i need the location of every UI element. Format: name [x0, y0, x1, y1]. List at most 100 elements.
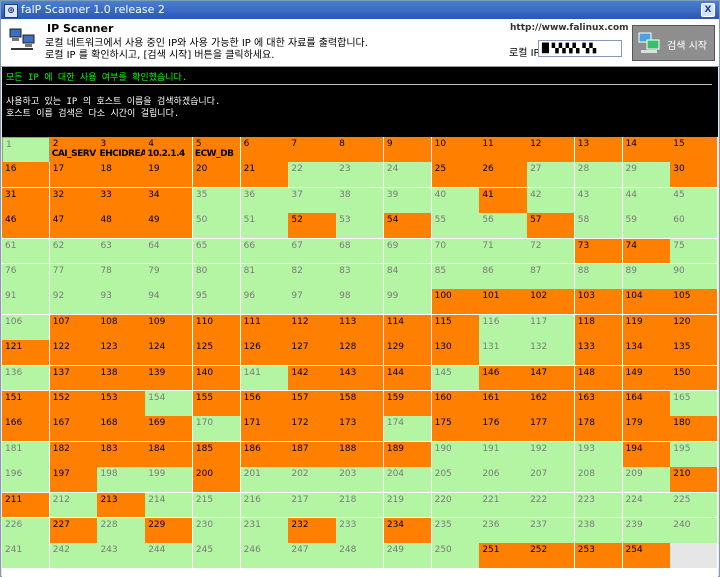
- ip-cell-56[interactable]: 56: [479, 213, 528, 240]
- ip-cell-6[interactable]: 6: [240, 137, 289, 163]
- ip-cell-77[interactable]: 77: [49, 264, 98, 290]
- ip-cell-84[interactable]: 84: [383, 264, 433, 290]
- ip-cell-190[interactable]: 190: [431, 441, 480, 468]
- ip-cell-248[interactable]: 248: [336, 543, 385, 570]
- ip-cell-34[interactable]: 34: [145, 187, 194, 214]
- ip-cell-232[interactable]: 232: [288, 518, 337, 544]
- ip-cell-163[interactable]: 163: [574, 391, 624, 417]
- ip-cell-184[interactable]: 184: [145, 441, 194, 468]
- ip-cell-131[interactable]: 131: [479, 340, 528, 367]
- ip-cell-114[interactable]: 114: [383, 314, 433, 341]
- ip-cell-138[interactable]: 138: [97, 365, 146, 392]
- ip-cell-75[interactable]: 75: [670, 238, 719, 265]
- ip-cell-13[interactable]: 13: [574, 137, 624, 163]
- ip-cell-199[interactable]: 199: [145, 467, 194, 494]
- ip-cell-76[interactable]: 76: [2, 264, 51, 290]
- ip-cell-253[interactable]: 253: [574, 543, 624, 570]
- ip-cell-204[interactable]: 204: [383, 467, 433, 494]
- ip-cell-134[interactable]: 134: [622, 340, 671, 367]
- ip-cell-211[interactable]: 211: [2, 492, 51, 519]
- ip-cell-218[interactable]: 218: [336, 492, 385, 519]
- ip-cell-91[interactable]: 91: [2, 289, 51, 316]
- ip-cell-45[interactable]: 45: [670, 187, 719, 214]
- ip-cell-28[interactable]: 28: [574, 162, 624, 189]
- ip-cell-100[interactable]: 100: [431, 289, 480, 316]
- ip-cell-208[interactable]: 208: [574, 467, 624, 494]
- ip-cell-240[interactable]: 240: [670, 518, 719, 544]
- ip-cell-92[interactable]: 92: [49, 289, 98, 316]
- ip-cell-214[interactable]: 214: [145, 492, 194, 519]
- ip-cell-155[interactable]: 155: [192, 391, 242, 417]
- ip-cell-1[interactable]: 1: [2, 137, 51, 163]
- ip-cell-48[interactable]: 48: [97, 213, 146, 240]
- ip-cell-221[interactable]: 221: [479, 492, 528, 519]
- ip-cell-142[interactable]: 142: [288, 365, 337, 392]
- ip-cell-21[interactable]: 21: [240, 162, 289, 189]
- ip-cell-225[interactable]: 225: [670, 492, 719, 519]
- ip-cell-126[interactable]: 126: [240, 340, 289, 367]
- ip-cell-24[interactable]: 24: [383, 162, 433, 189]
- ip-cell-8[interactable]: 8: [336, 137, 385, 163]
- ip-cell-202[interactable]: 202: [288, 467, 337, 494]
- ip-cell-226[interactable]: 226: [2, 518, 51, 544]
- ip-cell-89[interactable]: 89: [622, 264, 671, 290]
- ip-cell-107[interactable]: 107: [49, 314, 98, 341]
- ip-cell-233[interactable]: 233: [336, 518, 385, 544]
- ip-cell-209[interactable]: 209: [622, 467, 671, 494]
- ip-cell-178[interactable]: 178: [574, 416, 624, 443]
- ip-cell-130[interactable]: 130: [431, 340, 480, 367]
- ip-cell-32[interactable]: 32: [49, 187, 98, 214]
- ip-cell-96[interactable]: 96: [240, 289, 289, 316]
- ip-cell-23[interactable]: 23: [336, 162, 385, 189]
- ip-cell-149[interactable]: 149: [622, 365, 671, 392]
- ip-cell-116[interactable]: 116: [479, 314, 528, 341]
- ip-cell-180[interactable]: 180: [670, 416, 719, 443]
- ip-cell-250[interactable]: 250: [431, 543, 480, 570]
- ip-cell-231[interactable]: 231: [240, 518, 289, 544]
- ip-cell-16[interactable]: 16: [2, 162, 51, 189]
- ip-cell-144[interactable]: 144: [383, 365, 433, 392]
- ip-cell-12[interactable]: 12: [527, 137, 576, 163]
- ip-cell-166[interactable]: 166: [2, 416, 51, 443]
- ip-cell-169[interactable]: 169: [145, 416, 194, 443]
- ip-cell-104[interactable]: 104: [622, 289, 671, 316]
- close-button[interactable]: X: [701, 3, 715, 17]
- ip-cell-173[interactable]: 173: [336, 416, 385, 443]
- ip-cell-164[interactable]: 164: [622, 391, 671, 417]
- ip-cell-11[interactable]: 11: [479, 137, 528, 163]
- ip-cell-198[interactable]: 198: [97, 467, 146, 494]
- ip-cell-10[interactable]: 10: [431, 137, 480, 163]
- ip-cell-19[interactable]: 19: [145, 162, 194, 189]
- ip-cell-85[interactable]: 85: [431, 264, 480, 290]
- ip-cell-128[interactable]: 128: [336, 340, 385, 367]
- ip-cell-5[interactable]: 5 ECW_DB: [192, 137, 242, 163]
- ip-cell-70[interactable]: 70: [431, 238, 480, 265]
- ip-cell-39[interactable]: 39: [383, 187, 433, 214]
- ip-cell-52[interactable]: 52: [288, 213, 337, 240]
- ip-cell-78[interactable]: 78: [97, 264, 146, 290]
- search-start-button[interactable]: 검색 시작: [632, 25, 715, 61]
- ip-cell-175[interactable]: 175: [431, 416, 480, 443]
- ip-cell-65[interactable]: 65: [192, 238, 242, 265]
- ip-cell-20[interactable]: 20: [192, 162, 242, 189]
- ip-cell-146[interactable]: 146: [479, 365, 528, 392]
- ip-cell-249[interactable]: 249: [383, 543, 433, 570]
- ip-cell-143[interactable]: 143: [336, 365, 385, 392]
- ip-cell-186[interactable]: 186: [240, 441, 289, 468]
- ip-cell-98[interactable]: 98: [336, 289, 385, 316]
- ip-cell-179[interactable]: 179: [622, 416, 671, 443]
- ip-cell-127[interactable]: 127: [288, 340, 337, 367]
- ip-cell-111[interactable]: 111: [240, 314, 289, 341]
- ip-cell-182[interactable]: 182: [49, 441, 98, 468]
- ip-cell-194[interactable]: 194: [622, 441, 671, 468]
- ip-cell-25[interactable]: 25: [431, 162, 480, 189]
- ip-cell-197[interactable]: 197: [49, 467, 98, 494]
- title-bar[interactable]: ⊕ falP Scanner 1.0 release 2 X: [1, 1, 719, 19]
- ip-cell-141[interactable]: 141: [240, 365, 289, 392]
- ip-cell-102[interactable]: 102: [527, 289, 576, 316]
- ip-cell-217[interactable]: 217: [288, 492, 337, 519]
- ip-cell-18[interactable]: 18: [97, 162, 146, 189]
- ip-cell-228[interactable]: 228: [97, 518, 146, 544]
- ip-cell-219[interactable]: 219: [383, 492, 433, 519]
- ip-cell-150[interactable]: 150: [670, 365, 719, 392]
